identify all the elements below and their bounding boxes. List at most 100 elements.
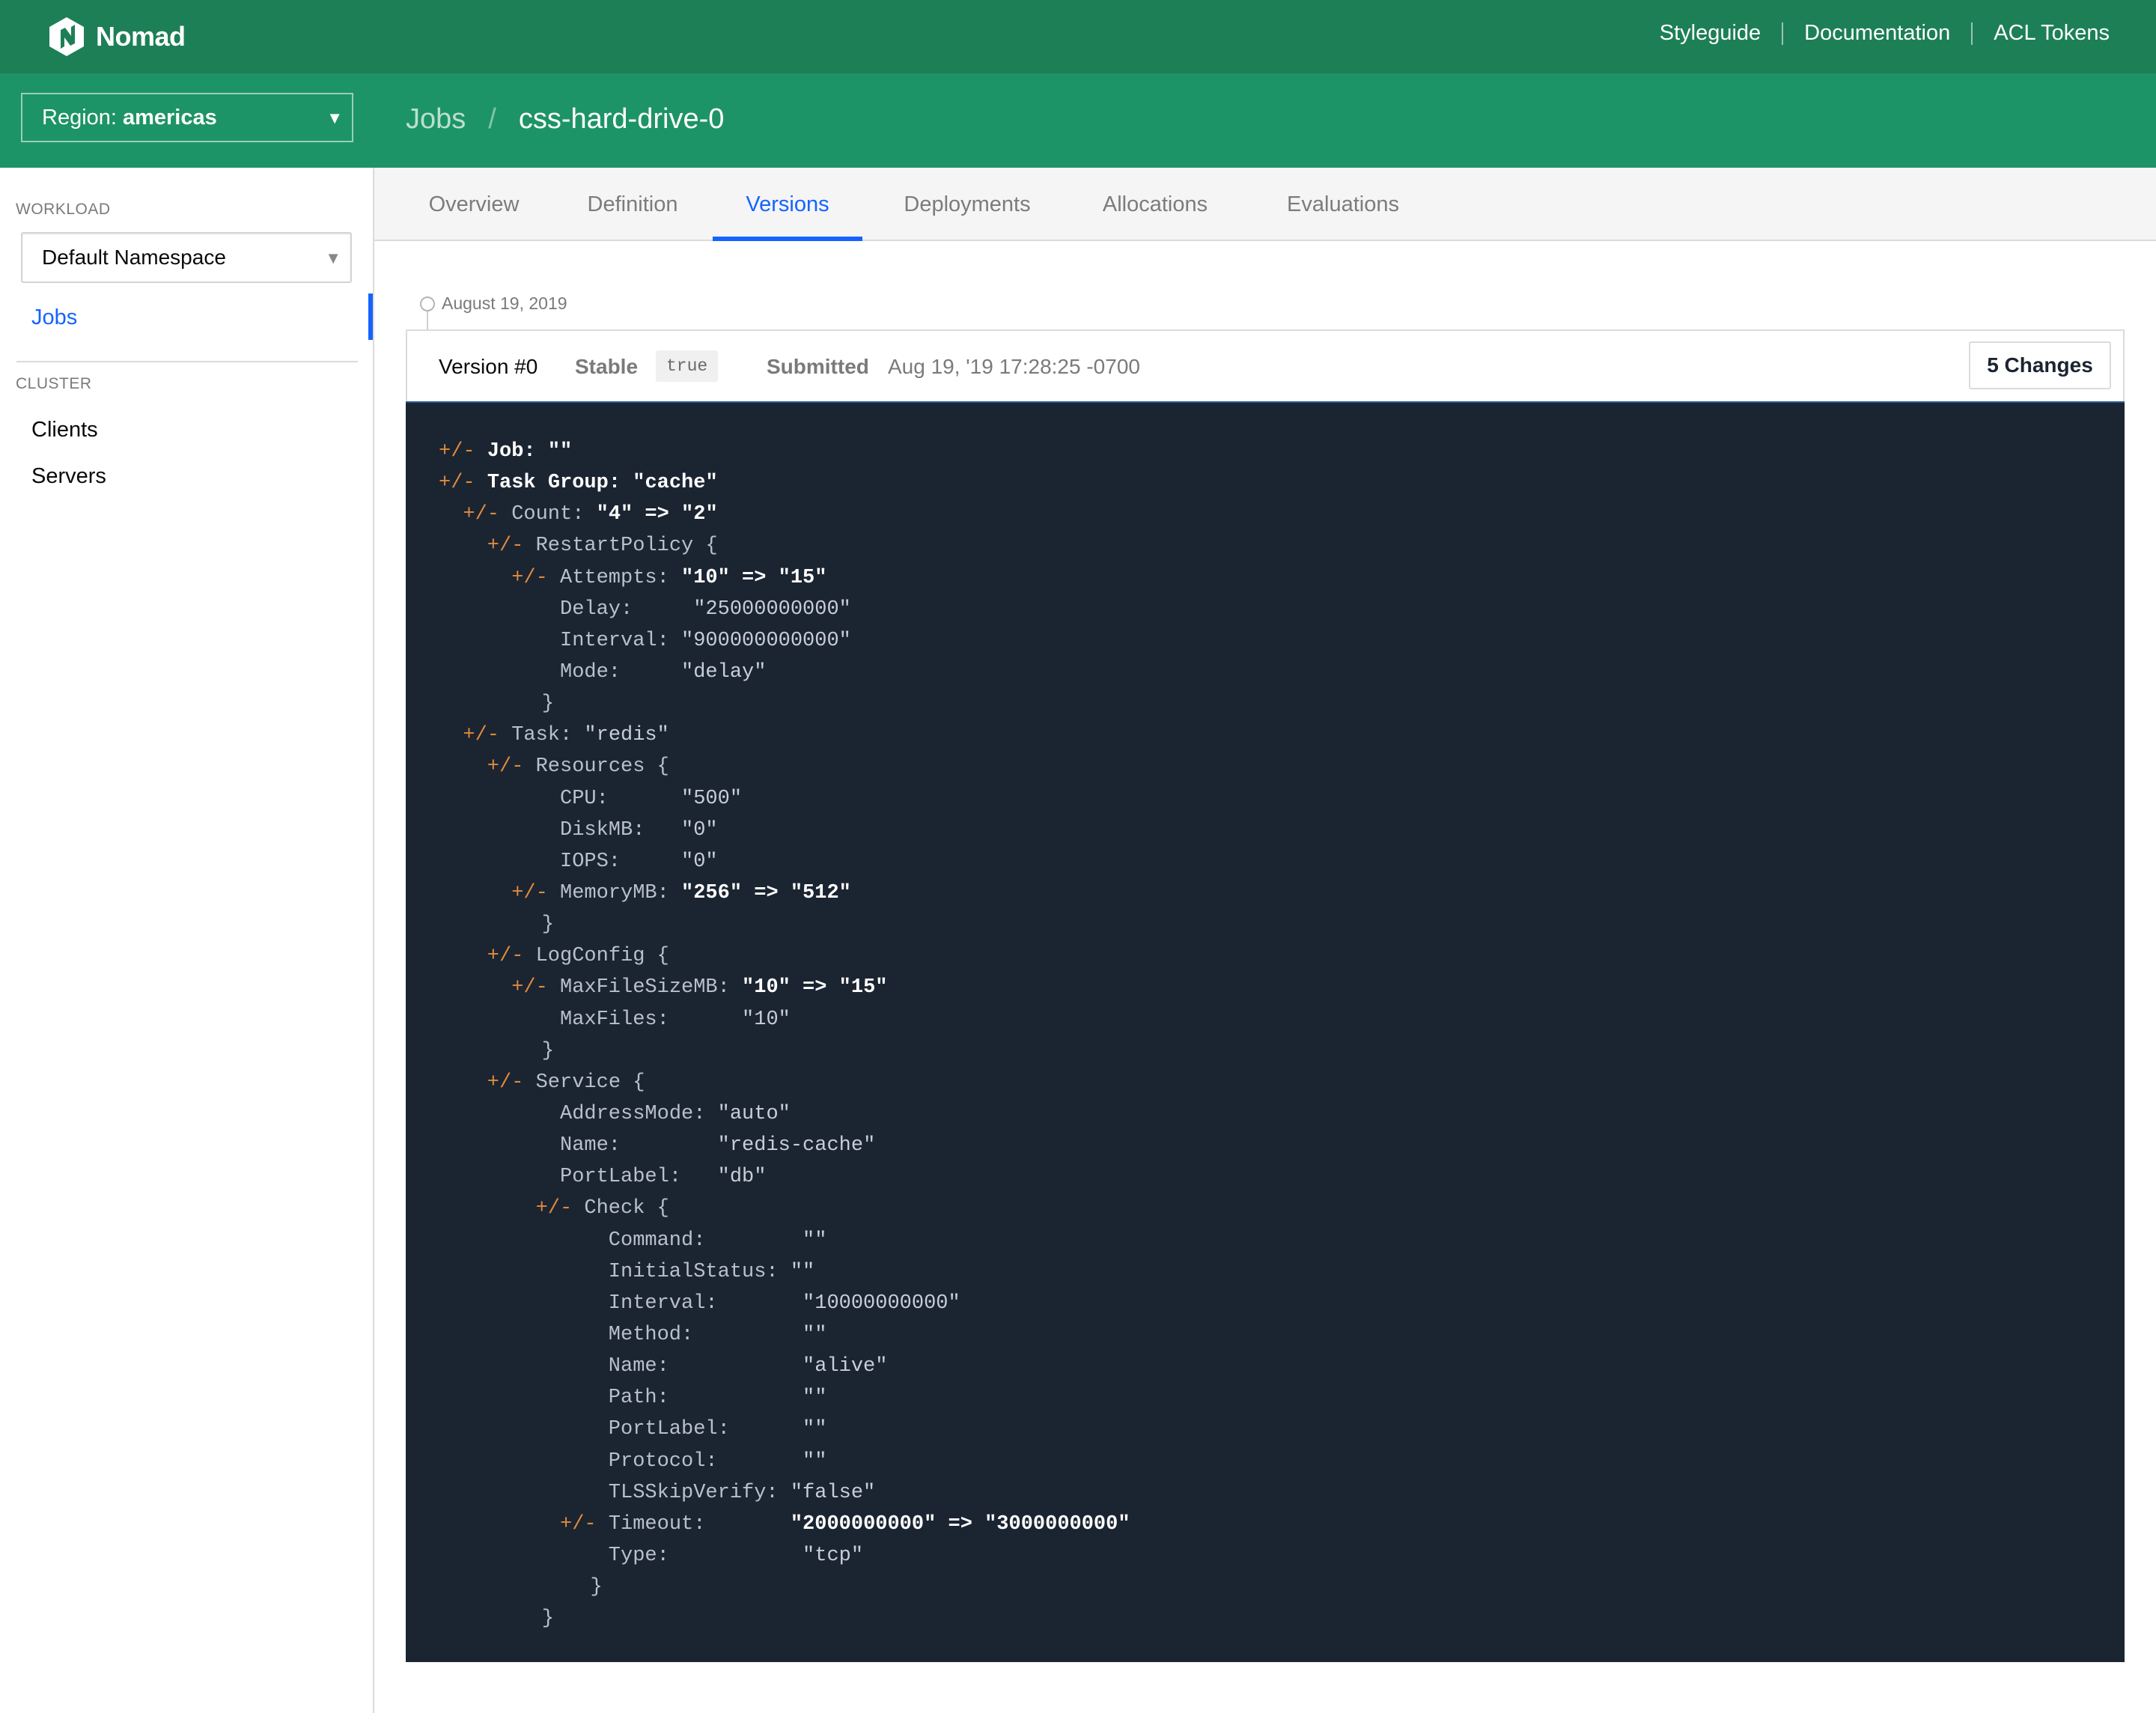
sidebar-item-jobs[interactable]: Jobs — [31, 305, 77, 330]
sidebar: WORKLOAD Default Namespace ▼ Jobs CLUSTE… — [0, 168, 374, 1713]
tab-allocations[interactable]: Allocations — [1072, 168, 1238, 241]
diff-marker: +/- — [439, 472, 475, 495]
diff-value: "tcp" — [803, 1544, 864, 1567]
diff-line: +/- Timeout: "2000000000" => "3000000000… — [439, 1509, 2125, 1540]
diff-field: } — [541, 693, 554, 716]
diff-field: TLSSkipVerify: — [608, 1481, 779, 1504]
diff-line: AddressMode: "auto" — [439, 1098, 2125, 1130]
diff-value: "auto" — [717, 1102, 791, 1125]
tab-overview[interactable]: Overview — [406, 168, 542, 241]
tab-versions[interactable]: Versions — [713, 168, 862, 241]
acl-tokens-link[interactable]: ACL Tokens — [1994, 21, 2110, 46]
diff-field: Count: — [511, 503, 585, 526]
diff-value: "alive" — [803, 1355, 888, 1378]
diff-value: "" — [803, 1229, 827, 1252]
cluster-label: CLUSTER — [16, 375, 92, 392]
diff-field: IOPS: — [560, 850, 669, 873]
documentation-link[interactable]: Documentation — [1804, 21, 1950, 46]
diff-line: Command: "" — [439, 1225, 2125, 1256]
diff-value: "4" => "2" — [596, 503, 718, 526]
diff-line: +/- Task: "redis" — [439, 719, 2125, 751]
diff-field: RestartPolicy { — [535, 535, 718, 558]
brand-link[interactable]: Nomad — [48, 16, 186, 57]
diff-value: "redis-cache" — [717, 1134, 876, 1157]
styleguide-link[interactable]: Styleguide — [1660, 21, 1761, 46]
top-navbar: Nomad Styleguide Documentation ACL Token… — [0, 0, 2156, 73]
diff-field: Task: — [511, 724, 573, 747]
diff-field: Job: — [487, 440, 536, 463]
diff-line: +/- RestartPolicy { — [439, 530, 2125, 562]
diff-value: "delay" — [681, 660, 767, 684]
diff-line: } — [439, 688, 2125, 719]
diff-line: +/- Job: "" — [439, 436, 2125, 467]
diff-value: "0" — [681, 850, 718, 873]
diff-line: +/- Resources { — [439, 751, 2125, 782]
tab-deployments[interactable]: Deployments — [877, 168, 1057, 241]
diff-line: Path: "" — [439, 1382, 2125, 1414]
active-indicator — [368, 293, 373, 340]
diff-value: "" — [790, 1260, 815, 1283]
breadcrumb-jobs-link[interactable]: Jobs — [406, 103, 466, 136]
diff-line: Name: "redis-cache" — [439, 1130, 2125, 1161]
diff-field: Delay: — [560, 597, 682, 621]
link-divider — [1971, 22, 1973, 45]
workload-label: WORKLOAD — [16, 201, 111, 218]
diff-line: +/- LogConfig { — [439, 940, 2125, 972]
diff-marker: +/- — [463, 724, 499, 747]
tab-evaluations[interactable]: Evaluations — [1255, 168, 1431, 241]
diff-value: "" — [803, 1418, 827, 1441]
diff-field: Service { — [535, 1071, 645, 1094]
region-select[interactable]: Region: americas ▼ — [21, 93, 353, 142]
diff-field: Check { — [584, 1197, 669, 1220]
top-links: Styleguide Documentation ACL Tokens — [1660, 21, 2110, 46]
diff-value: "10" — [742, 1008, 791, 1031]
diff-line: MaxFiles: "10" — [439, 1004, 2125, 1035]
diff-value: "" — [803, 1323, 827, 1346]
diff-value: "redis" — [584, 724, 669, 747]
diff-marker: +/- — [487, 535, 524, 558]
sidebar-divider — [16, 361, 358, 362]
diff-field: Task Group: — [487, 472, 621, 495]
diff-line: } — [439, 1035, 2125, 1067]
namespace-value: Default Namespace — [42, 246, 226, 269]
link-divider — [1782, 22, 1784, 45]
diff-value: "900000000000" — [681, 629, 851, 652]
caret-down-icon: ▼ — [326, 109, 343, 127]
diff-line: PortLabel: "db" — [439, 1161, 2125, 1193]
diff-line: } — [439, 909, 2125, 940]
diff-marker: +/- — [487, 755, 524, 779]
diff-value: "" — [547, 440, 573, 463]
diff-line: Protocol: "" — [439, 1446, 2125, 1477]
diff-line: } — [439, 1603, 2125, 1634]
diff-field: Timeout: — [608, 1512, 779, 1536]
diff-line: +/- Count: "4" => "2" — [439, 499, 2125, 530]
diff-field: MemoryMB: — [560, 881, 669, 904]
sub-navbar: Region: americas ▼ Jobs / css-hard-drive… — [0, 73, 2156, 168]
sidebar-item-clients[interactable]: Clients — [31, 418, 98, 442]
diff-value: "256" => "512" — [681, 881, 851, 904]
diff-field: Protocol: — [608, 1449, 791, 1473]
changes-toggle-button[interactable]: 5 Changes — [1969, 341, 2111, 389]
diff-value: "db" — [717, 1166, 767, 1189]
diff-line: +/- Attempts: "10" => "15" — [439, 562, 2125, 594]
namespace-select[interactable]: Default Namespace ▼ — [21, 232, 352, 283]
diff-field: Resources { — [535, 755, 669, 779]
sidebar-item-servers[interactable]: Servers — [31, 464, 106, 489]
diff-value: "500" — [681, 787, 743, 810]
diff-marker: +/- — [487, 945, 524, 968]
diff-line: Type: "tcp" — [439, 1540, 2125, 1571]
diff-line: DiskMB: "0" — [439, 815, 2125, 846]
breadcrumb-current-job[interactable]: css-hard-drive-0 — [519, 103, 725, 136]
diff-field: DiskMB: — [560, 818, 669, 842]
diff-field: Method: — [608, 1323, 791, 1346]
tab-definition[interactable]: Definition — [561, 168, 704, 241]
region-label: Region: — [42, 105, 117, 130]
job-tabs: Overview Definition Versions Deployments… — [374, 168, 2156, 241]
diff-field: CPU: — [560, 787, 669, 810]
diff-field: Mode: — [560, 660, 669, 684]
timeline-dot — [420, 296, 435, 311]
diff-line: IOPS: "0" — [439, 846, 2125, 877]
diff-field: AddressMode: — [560, 1102, 706, 1125]
diff-field: Path: — [608, 1387, 791, 1410]
diff-line: Name: "alive" — [439, 1351, 2125, 1382]
